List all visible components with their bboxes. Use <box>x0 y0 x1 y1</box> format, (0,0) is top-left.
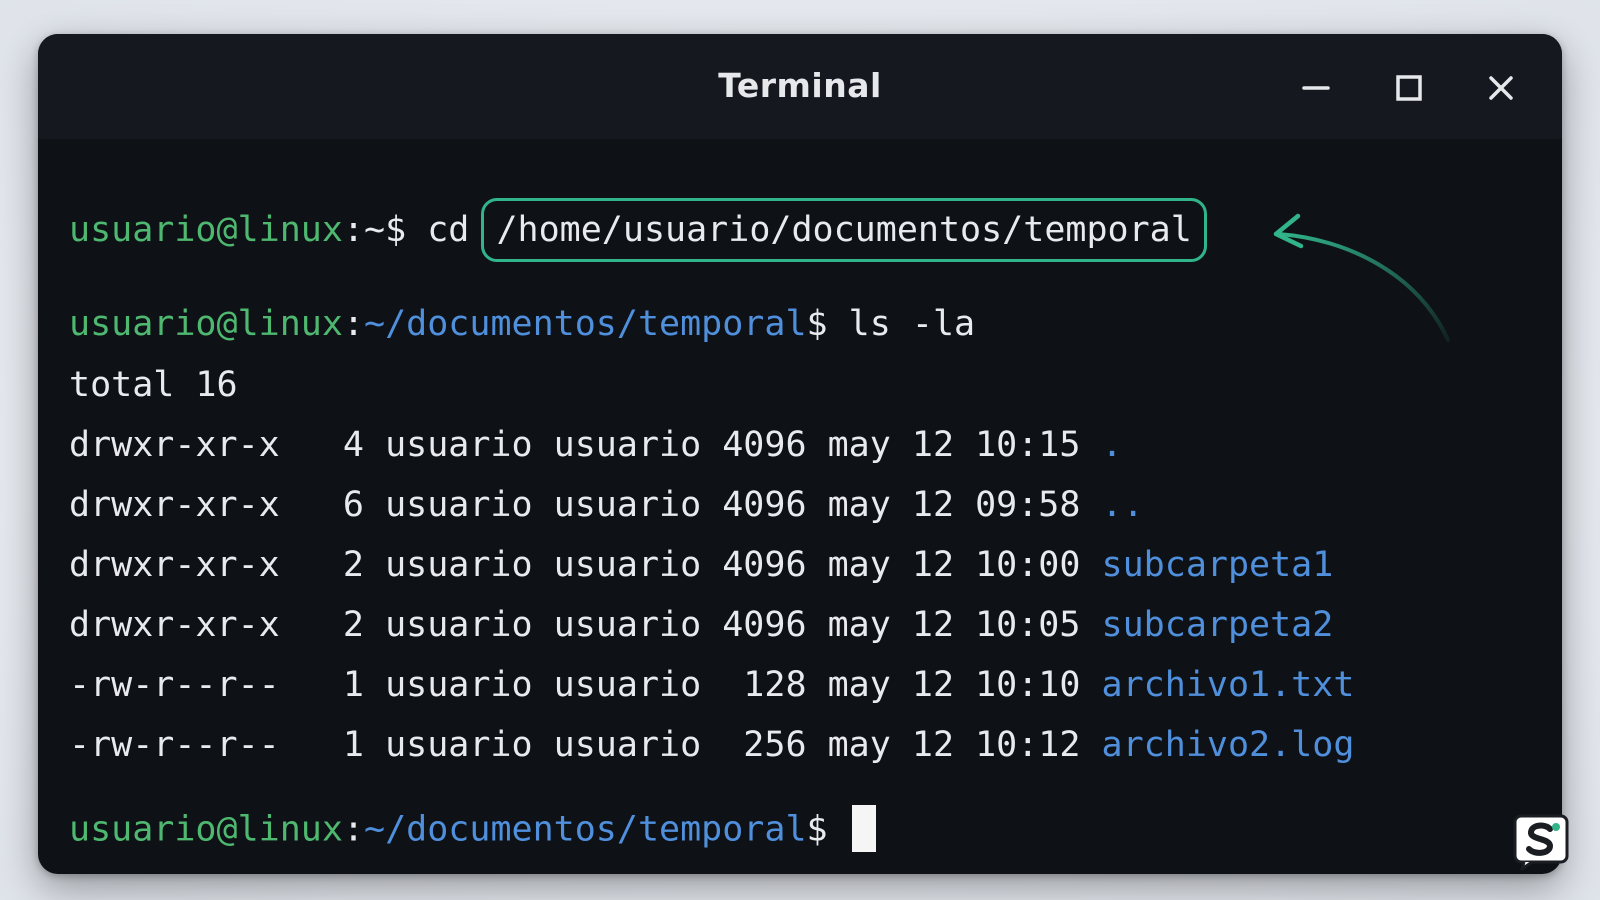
prompt-path: ~/documentos/temporal <box>364 304 807 344</box>
entry-name: subcarpeta2 <box>1101 605 1334 645</box>
minimize-button[interactable] <box>1292 64 1340 112</box>
entry-meta: drwxr-xr-x 2 usuario usuario 4096 may 12… <box>69 545 1102 585</box>
prompt-user: usuario@linux <box>69 210 343 250</box>
prompt-path: ~/documentos/temporal <box>364 809 807 850</box>
listing-total: total 16 <box>69 365 238 405</box>
entry-name: archivo2.log <box>1101 725 1355 765</box>
minimize-icon <box>1302 86 1330 90</box>
annotation-arrow-icon <box>1273 213 1450 342</box>
maximize-button[interactable] <box>1385 64 1433 112</box>
highlighted-path: /home/usuario/documentos/temporal <box>481 198 1207 262</box>
listing-row: drwxr-xr-x 2 usuario usuario 4096 may 12… <box>69 545 1333 585</box>
maximize-icon <box>1396 75 1422 101</box>
listing-row: -rw-r--r-- 1 usuario usuario 256 may 12 … <box>69 725 1354 765</box>
entry-name: . <box>1101 425 1123 465</box>
command-text: cd <box>406 210 491 250</box>
prompt-dollar: $ <box>806 809 828 850</box>
command-line-prompt[interactable]: usuario@linux:~/documentos/temporal$ <box>69 805 876 854</box>
terminal-window: Terminal usuario@linux:~$ cd /home/usuar… <box>38 34 1562 874</box>
s-logo-icon <box>1513 814 1569 871</box>
command-line-ls: usuario@linux:~/documentos/temporal$ ls … <box>69 304 975 344</box>
command-line-cd: usuario@linux:~$ cd /home/usuario/docume… <box>69 198 1207 262</box>
title-bar[interactable]: Terminal <box>38 34 1562 139</box>
entry-meta: drwxr-xr-x 2 usuario usuario 4096 may 12… <box>69 605 1102 645</box>
entry-meta: -rw-r--r-- 1 usuario usuario 128 may 12 … <box>69 665 1102 705</box>
listing-row: drwxr-xr-x 4 usuario usuario 4096 may 12… <box>69 425 1123 465</box>
prompt-user: usuario@linux <box>69 304 343 344</box>
listing-row: drwxr-xr-x 6 usuario usuario 4096 may 12… <box>69 485 1144 525</box>
prompt-colon: : <box>342 809 365 850</box>
close-icon <box>1489 76 1513 100</box>
prompt-colon: : <box>342 304 365 344</box>
cd-argument: /home/usuario/documentos/temporal <box>496 210 1192 250</box>
listing-row: -rw-r--r-- 1 usuario usuario 128 may 12 … <box>69 665 1354 705</box>
text-cursor[interactable] <box>851 805 876 852</box>
entry-name: .. <box>1101 485 1144 525</box>
close-button[interactable] <box>1477 64 1525 112</box>
prompt-user: usuario@linux <box>69 809 343 850</box>
command-text: ls -la <box>827 304 976 344</box>
prompt-dollar: $ <box>806 304 828 344</box>
entry-meta: drwxr-xr-x 4 usuario usuario 4096 may 12… <box>69 425 1102 465</box>
listing-row: drwxr-xr-x 2 usuario usuario 4096 may 12… <box>69 605 1333 645</box>
entry-name: archivo1.txt <box>1101 665 1355 705</box>
entry-name: subcarpeta1 <box>1101 545 1334 585</box>
prompt-path: :~$ <box>342 210 407 250</box>
entry-meta: -rw-r--r-- 1 usuario usuario 256 may 12 … <box>69 725 1102 765</box>
entry-meta: drwxr-xr-x 6 usuario usuario 4096 may 12… <box>69 485 1102 525</box>
